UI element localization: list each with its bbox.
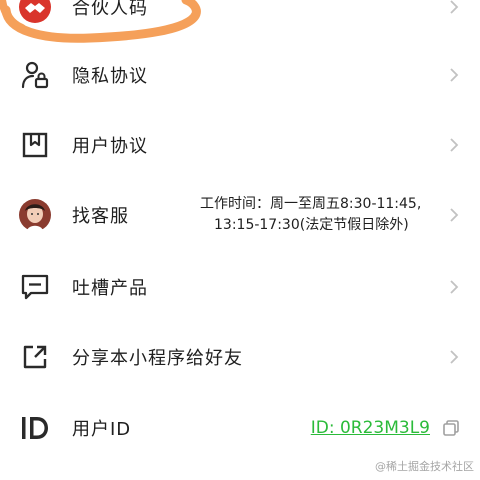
user-id-link[interactable]: ID: 0R23M3L9 — [311, 418, 430, 438]
chevron-right-icon — [450, 350, 459, 364]
menu-item-label: 隐私协议 — [72, 66, 148, 87]
menu-item-label: 用户协议 — [72, 136, 148, 157]
avatar — [17, 197, 53, 233]
menu-item-label: 分享本小程序给好友 — [72, 348, 243, 369]
copy-icon[interactable] — [442, 419, 460, 437]
menu-item-label: 吐槽产品 — [72, 278, 148, 299]
watermark: @稀土掘金技术社区 — [375, 460, 474, 473]
service-hours-line1: 工作时间：周一至周五8:30-11:45, — [200, 196, 422, 212]
menu-item-share-mini-program[interactable]: 分享本小程序给好友 — [0, 322, 480, 392]
chevron-right-icon — [450, 68, 459, 82]
menu-item-user-agreement[interactable]: 用户协议 — [0, 110, 480, 180]
menu-item-label: 合伙人码 — [72, 0, 148, 19]
bookmark-doc-icon — [17, 127, 53, 163]
id-icon — [17, 410, 53, 446]
menu-item-label: 用户ID — [72, 419, 132, 440]
chevron-right-icon — [450, 208, 459, 222]
service-hours: 工作时间：周一至周五8:30-11:45, 13:15-17:30(法定节假日除… — [200, 194, 440, 236]
chevron-right-icon — [450, 0, 459, 14]
menu-item-partner-code[interactable]: 合伙人码 — [0, 0, 480, 42]
menu-item-privacy-agreement[interactable]: 隐私协议 — [0, 40, 480, 110]
menu-item-label: 找客服 — [72, 206, 129, 227]
chevron-right-icon — [450, 280, 459, 294]
service-hours-line2: 13:15-17:30(法定节假日除外) — [214, 217, 409, 233]
handshake-icon — [17, 0, 53, 25]
menu-item-user-id: 用户ID ID: 0R23M3L9 — [0, 393, 480, 463]
feedback-message-icon — [17, 269, 53, 305]
share-external-icon — [17, 339, 53, 375]
user-lock-icon — [17, 57, 53, 93]
chevron-right-icon — [450, 138, 459, 152]
menu-item-feedback[interactable]: 吐槽产品 — [0, 252, 480, 322]
menu-item-customer-service[interactable]: 找客服 工作时间：周一至周五8:30-11:45, 13:15-17:30(法定… — [0, 180, 480, 250]
